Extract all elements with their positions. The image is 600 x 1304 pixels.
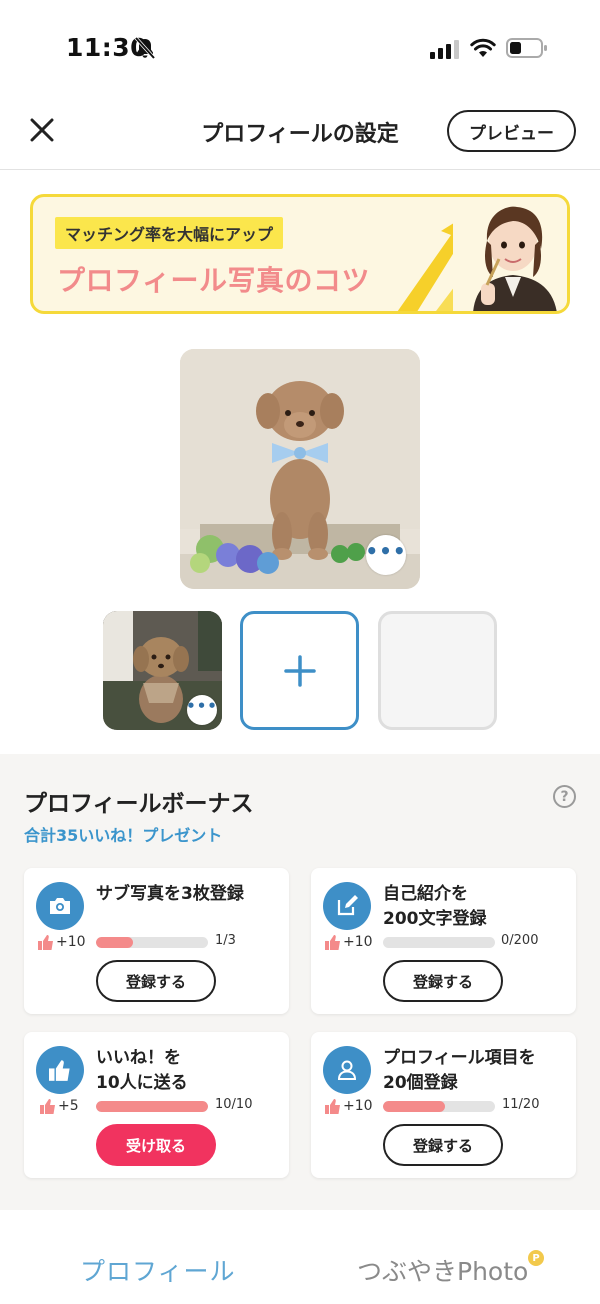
card-title: 自己紹介を 200文字登録 [383,884,487,929]
points-badge-icon: P [528,1250,544,1266]
progress-fill [383,1101,445,1112]
tab-tsubuyaki-photo[interactable]: つぶやきPhoto [357,1252,528,1288]
points-value: +10 [56,934,86,950]
progress-count: 10/10 [215,1097,253,1112]
help-icon[interactable]: ? [553,785,576,808]
progress-fill [96,937,133,948]
progress-count: 11/20 [502,1097,540,1112]
main-profile-photo[interactable]: ••• [180,349,420,589]
banner-headline: プロフィール写真のコツ [57,264,370,297]
progress-bar [96,937,208,948]
card-title: いいね！を 10人に送る [96,1048,188,1093]
progress-fill [96,1101,208,1112]
profile-bonus-section: プロフィールボーナス 合計35いいね！プレゼント ? サブ写真を3枚登録 +10… [0,754,600,1210]
bonus-card-sub-photos: サブ写真を3枚登録 +10 1/3 登録する [24,868,289,1014]
card-title: プロフィール項目を 20個登録 [383,1048,536,1093]
wifi-icon [470,38,496,57]
bonus-card-profile-items: プロフィール項目を 20個登録 +10 11/20 登録する [311,1032,576,1178]
add-photo-button[interactable] [240,611,359,730]
card-points: +10 [38,934,86,950]
progress-bar [383,937,495,948]
receive-button[interactable]: 受け取る [96,1124,216,1166]
thumbs-up-icon [325,1098,340,1114]
card-points: +10 [325,1098,373,1114]
more-icon: ••• [186,696,218,715]
photo-tips-banner[interactable]: マッチング率を大幅にアップ プロフィール写真のコツ [30,194,570,314]
register-button[interactable]: 登録する [383,960,503,1002]
progress-bar [96,1101,208,1112]
points-value: +10 [343,1098,373,1114]
thumbs-up-icon [325,934,340,950]
bonus-card-send-likes: いいね！を 10人に送る +5 10/10 受け取る [24,1032,289,1178]
preview-button[interactable]: プレビュー [447,110,576,152]
register-button[interactable]: 登録する [96,960,216,1002]
advisor-photo [453,197,567,311]
banner-tag: マッチング率を大幅にアップ [55,217,284,249]
tab-profile[interactable]: プロフィール [80,1252,236,1288]
plus-icon [283,654,316,687]
register-button[interactable]: 登録する [383,1124,503,1166]
top-nav-bar: プロフィールの設定 プレビュー [0,96,600,170]
thumbs-up-icon [40,1098,55,1114]
thumbs-up-icon [36,1046,84,1094]
bottom-tab-bar: プロフィール つぶやきPhoto P [0,1210,600,1304]
empty-photo-slot [378,611,497,730]
bonus-card-self-intro: 自己紹介を 200文字登録 +10 0/200 登録する [311,868,576,1014]
battery-icon [506,38,547,58]
signal-icon [430,40,459,59]
points-value: +5 [58,1098,79,1114]
thumbs-up-icon [38,934,53,950]
sub-photo-1[interactable]: ••• [103,611,222,730]
person-icon [323,1046,371,1094]
bell-muted-icon [134,36,156,60]
card-points: +5 [40,1098,79,1114]
progress-bar [383,1101,495,1112]
camera-icon [36,882,84,930]
progress-count: 0/200 [501,933,539,948]
card-title: サブ写真を3枚登録 [96,884,244,904]
points-value: +10 [343,934,373,950]
bonus-title: プロフィールボーナス [24,791,254,817]
sub-photo-more-button[interactable]: ••• [186,695,218,725]
progress-count: 1/3 [215,933,236,948]
more-icon: ••• [365,539,407,563]
edit-icon [323,882,371,930]
status-bar: 11:30 [0,0,600,96]
main-photo-more-button[interactable]: ••• [365,535,407,575]
bonus-subtitle: 合計35いいね！プレゼント [24,826,223,845]
card-points: +10 [325,934,373,950]
